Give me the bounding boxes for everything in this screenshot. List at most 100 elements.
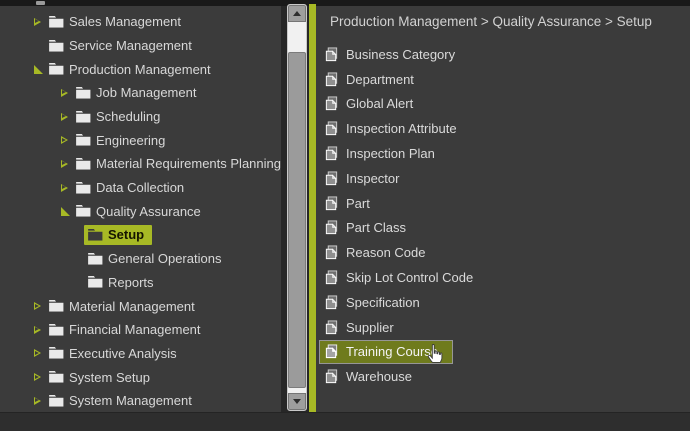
- tree-item-engineering[interactable]: Engineering: [0, 128, 281, 152]
- expander-collapsed-icon[interactable]: [34, 300, 49, 312]
- expander-spacer: [34, 40, 49, 52]
- tree-item-material-management[interactable]: Material Management: [0, 294, 281, 318]
- expander-collapsed-icon[interactable]: [34, 16, 49, 28]
- scrollbar-thumb[interactable]: [288, 52, 306, 388]
- tree-item-label: Material Management: [69, 299, 195, 314]
- expander-expanded-icon[interactable]: [34, 63, 49, 75]
- menu-item-part[interactable]: Part: [316, 191, 690, 216]
- tree-item-body: Scheduling: [76, 109, 160, 124]
- tree-item-body: Financial Management: [49, 322, 201, 337]
- menu-item-warehouse[interactable]: Warehouse: [316, 364, 690, 389]
- tree-item-system-setup[interactable]: System Setup: [0, 365, 281, 389]
- menu-item-reason-code[interactable]: Reason Code: [316, 240, 690, 265]
- menu-item-label: Warehouse: [346, 369, 412, 384]
- folder-icon: [76, 158, 91, 170]
- tree-item-system-management[interactable]: System Management: [0, 389, 281, 412]
- document-pages-icon: [324, 369, 339, 384]
- expander-collapsed-icon[interactable]: [34, 395, 49, 407]
- tree-item-financial-management[interactable]: Financial Management: [0, 318, 281, 342]
- menu-item-supplier[interactable]: Supplier: [316, 315, 690, 340]
- menu-item-part-class[interactable]: Part Class: [316, 216, 690, 241]
- chevron-right-outline-icon: [61, 113, 68, 121]
- folder-icon: [76, 205, 91, 217]
- tree-item-scheduling[interactable]: Scheduling: [0, 105, 281, 129]
- menu-item-label: Skip Lot Control Code: [346, 270, 473, 285]
- menu-item-body: Business Category: [324, 47, 455, 62]
- menu-item-label: Inspection Plan: [346, 146, 435, 161]
- menu-item-label: Inspection Attribute: [346, 121, 457, 136]
- document-pages-icon: [324, 295, 339, 310]
- folder-icon: [49, 16, 64, 28]
- menu-item-department[interactable]: Department: [316, 67, 690, 92]
- tree-item-data-collection[interactable]: Data Collection: [0, 176, 281, 200]
- menu-tree: Sales Management Service Management Produc…: [0, 6, 281, 412]
- menu-item-training-course[interactable]: Training Course: [316, 340, 690, 365]
- menu-item-label: Reason Code: [346, 245, 426, 260]
- expander-collapsed-icon[interactable]: [61, 182, 76, 194]
- triangle-expanded-icon: [61, 207, 70, 216]
- navigation-tree-panel: Sales Management Service Management Produc…: [0, 6, 281, 412]
- folder-icon: [76, 87, 91, 99]
- expander-collapsed-icon[interactable]: [34, 324, 49, 336]
- folder-icon: [76, 111, 91, 123]
- document-pages-icon: [324, 146, 339, 161]
- menu-item-inspection-attribute[interactable]: Inspection Attribute: [316, 116, 690, 141]
- tree-item-general-operations[interactable]: General Operations: [0, 247, 281, 271]
- document-pages-icon: [324, 245, 339, 260]
- tree-scrollbar[interactable]: [287, 4, 307, 411]
- chevron-right-outline-icon: [34, 373, 41, 381]
- menu-item-global-alert[interactable]: Global Alert: [316, 92, 690, 117]
- chevron-right-outline-icon: [34, 397, 41, 405]
- folder-icon: [76, 134, 91, 146]
- chevron-right-outline-icon: [34, 18, 41, 26]
- clipped-item-fragment: [36, 1, 45, 5]
- menu-item-skip-lot-control-code[interactable]: Skip Lot Control Code: [316, 265, 690, 290]
- folder-icon: [49, 371, 64, 383]
- folder-icon: [49, 395, 64, 407]
- tree-item-body: System Setup: [49, 370, 150, 385]
- menu-item-body: Reason Code: [324, 245, 426, 260]
- folder-icon: [49, 324, 64, 336]
- menu-item-label: Department: [346, 72, 414, 87]
- tree-item-label: System Setup: [69, 370, 150, 385]
- tree-item-label: Material Requirements Planning: [96, 156, 281, 171]
- tree-item-material-requirements-planning[interactable]: Material Requirements Planning: [0, 152, 281, 176]
- menu-item-body: Department: [324, 72, 414, 87]
- menu-item-inspector[interactable]: Inspector: [316, 166, 690, 191]
- menu-item-specification[interactable]: Specification: [316, 290, 690, 315]
- expander-collapsed-icon[interactable]: [34, 371, 49, 383]
- arrow-up-icon: [293, 11, 301, 16]
- expander-collapsed-icon[interactable]: [61, 158, 76, 170]
- tree-item-label: Reports: [108, 275, 154, 290]
- tree-item-reports[interactable]: Reports: [0, 271, 281, 295]
- tree-item-setup[interactable]: Setup: [0, 223, 281, 247]
- tree-item-sales-management[interactable]: Sales Management: [0, 10, 281, 34]
- expander-collapsed-icon[interactable]: [61, 111, 76, 123]
- expander-collapsed-icon[interactable]: [61, 134, 76, 146]
- tree-item-body: Job Management: [76, 85, 196, 100]
- menu-content-panel: Production Management > Quality Assuranc…: [316, 6, 690, 412]
- chevron-right-outline-icon: [61, 160, 68, 168]
- tree-item-job-management[interactable]: Job Management: [0, 81, 281, 105]
- scrollbar-down-button[interactable]: [288, 393, 306, 410]
- menu-item-inspection-plan[interactable]: Inspection Plan: [316, 141, 690, 166]
- panel-divider-stripe: [309, 4, 316, 412]
- document-pages-icon: [324, 96, 339, 111]
- tree-item-label: Production Management: [69, 62, 211, 77]
- scrollbar-up-button[interactable]: [288, 5, 306, 22]
- tree-item-production-management[interactable]: Production Management: [0, 57, 281, 81]
- tree-item-label: General Operations: [108, 251, 221, 266]
- document-pages-icon: [324, 220, 339, 235]
- tree-item-body: Engineering: [76, 133, 165, 148]
- tree-item-body: Data Collection: [76, 180, 184, 195]
- tree-item-quality-assurance[interactable]: Quality Assurance: [0, 200, 281, 224]
- expander-collapsed-icon[interactable]: [61, 87, 76, 99]
- tree-item-label: Service Management: [69, 38, 192, 53]
- menu-item-business-category[interactable]: Business Category: [316, 42, 690, 67]
- expander-collapsed-icon[interactable]: [34, 347, 49, 359]
- tree-item-body: General Operations: [88, 251, 221, 266]
- tree-item-executive-analysis[interactable]: Executive Analysis: [0, 342, 281, 366]
- tree-item-label: Scheduling: [96, 109, 160, 124]
- expander-expanded-icon[interactable]: [61, 205, 76, 217]
- tree-item-service-management[interactable]: Service Management: [0, 34, 281, 58]
